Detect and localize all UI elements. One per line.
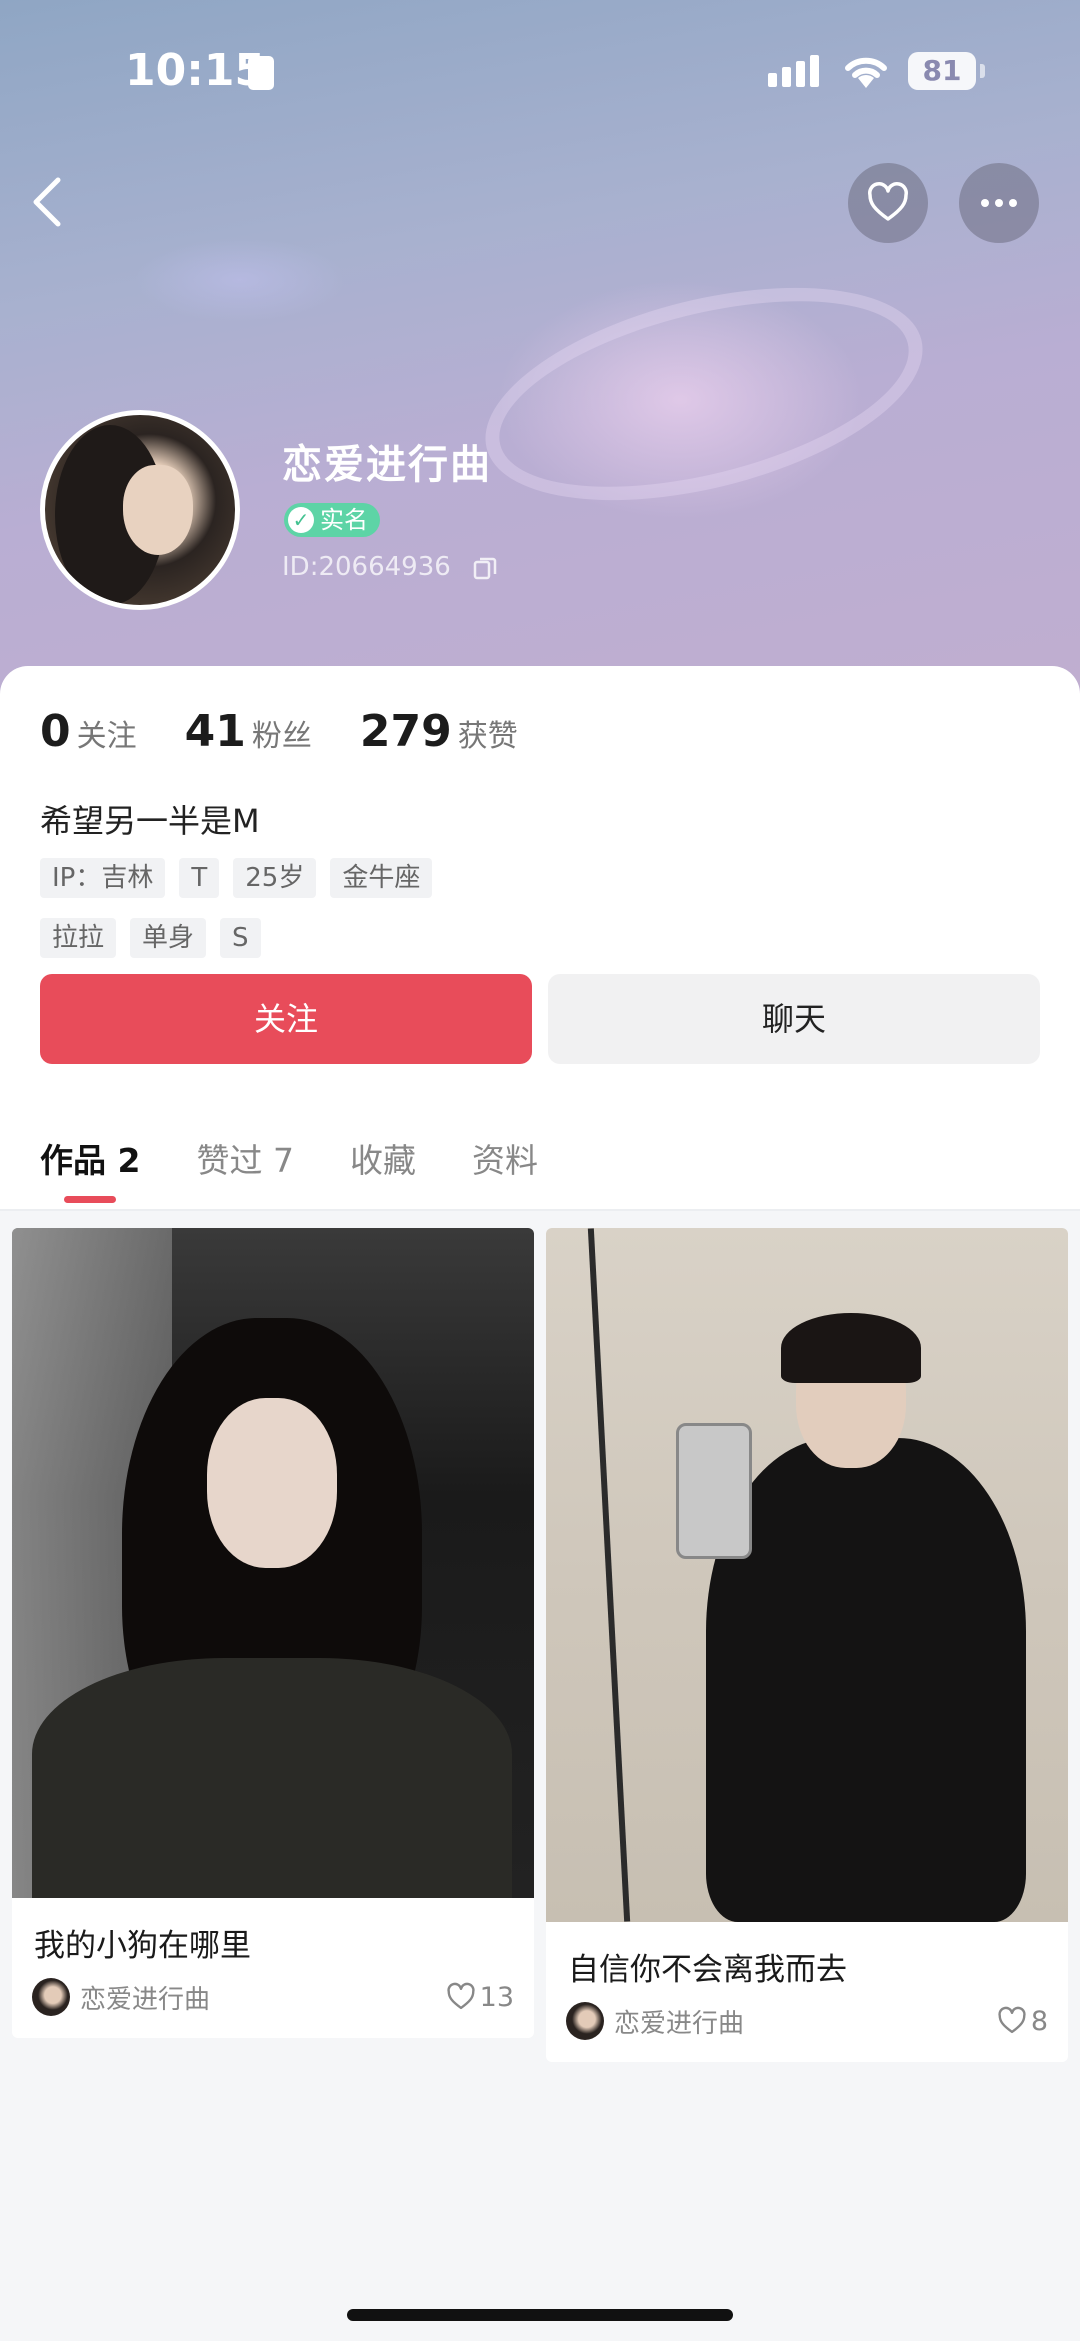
more-button[interactable] <box>959 163 1039 243</box>
status-time: 10:15 <box>125 45 266 96</box>
profile-card: 0 关注 41 粉丝 279 获赞 希望另一半是M IP：吉林 T 25岁 金牛… <box>0 666 1080 1211</box>
post-image-phone <box>676 1423 752 1559</box>
tab-liked[interactable]: 赞过 7 <box>196 1134 294 1182</box>
post-like-button[interactable]: 13 <box>446 1982 514 2013</box>
post-like-button[interactable]: 8 <box>997 2006 1048 2037</box>
copy-icon[interactable] <box>472 555 498 581</box>
tag-row: 拉拉 单身 S <box>40 918 275 958</box>
check-icon: ✓ <box>288 507 314 533</box>
tag-orientation: 拉拉 <box>40 918 117 958</box>
follow-button[interactable]: 关注 <box>40 974 532 1064</box>
status-bar: 10:15 81 <box>0 0 1080 140</box>
post-card[interactable]: 自信你不会离我而去 恋爱进行曲 8 <box>546 1228 1068 2062</box>
planet-decoration <box>463 248 945 540</box>
tag-zodiac: 金牛座 <box>330 858 433 898</box>
post-author[interactable]: 恋爱进行曲 <box>80 1979 446 2016</box>
tab-active-indicator <box>64 1196 116 1203</box>
stat-value: 279 <box>359 706 452 757</box>
stats-row: 0 关注 41 粉丝 279 获赞 <box>40 706 566 757</box>
favorite-button[interactable] <box>848 163 928 243</box>
post-image[interactable] <box>546 1228 1068 1922</box>
post-image-body <box>706 1438 1026 1922</box>
stat-likes[interactable]: 279 获赞 <box>360 706 518 757</box>
verified-label: 实名 <box>320 506 368 534</box>
heart-icon <box>447 1982 475 2010</box>
post-meta: 恋爱进行曲 13 <box>32 1978 514 2016</box>
tag-row: IP：吉林 T 25岁 金牛座 <box>40 858 446 898</box>
post-image-body <box>32 1658 512 1898</box>
tag-preference: S <box>220 918 261 958</box>
stat-label: 获赞 <box>457 719 518 754</box>
post-card[interactable]: 我的小狗在哪里 恋爱进行曲 13 <box>12 1228 534 2038</box>
tab-favorites[interactable]: 收藏 <box>350 1134 416 1182</box>
user-id: ID:20664936 <box>282 552 451 582</box>
author-avatar[interactable] <box>566 2002 604 2040</box>
author-avatar[interactable] <box>32 1978 70 2016</box>
tag-ip: IP：吉林 <box>40 858 166 898</box>
more-dots-icon <box>981 199 1017 207</box>
post-meta: 恋爱进行曲 8 <box>566 2002 1048 2040</box>
battery-tip <box>980 64 985 78</box>
stat-value: 0 <box>40 706 71 757</box>
post-image-face <box>207 1398 337 1568</box>
home-indicator[interactable] <box>347 2309 733 2321</box>
verified-badge: ✓ 实名 <box>284 503 380 537</box>
battery-indicator: 81 <box>908 52 976 90</box>
avatar[interactable] <box>40 410 240 610</box>
tag-age: 25岁 <box>233 858 317 898</box>
profile-bio: 希望另一半是M <box>40 802 260 840</box>
post-title[interactable]: 自信你不会离我而去 <box>568 1944 847 1989</box>
chat-button[interactable]: 聊天 <box>548 974 1040 1064</box>
stat-label: 粉丝 <box>251 719 312 754</box>
profile-nickname: 恋爱进行曲 <box>282 442 492 488</box>
tag-relationship: 单身 <box>130 918 207 958</box>
stat-value: 41 <box>184 706 246 757</box>
heart-icon <box>868 182 908 221</box>
id-card-icon <box>248 56 274 90</box>
tab-profile-info[interactable]: 资料 <box>472 1134 538 1182</box>
content-tabs: 作品 2 赞过 7 收藏 资料 <box>40 1134 594 1203</box>
post-image[interactable] <box>12 1228 534 1898</box>
stat-label: 关注 <box>76 719 137 754</box>
stat-following[interactable]: 0 关注 <box>40 706 137 757</box>
tag-role: T <box>179 858 220 898</box>
stat-followers[interactable]: 41 粉丝 <box>185 706 312 757</box>
post-like-count: 13 <box>479 1981 514 2013</box>
tab-label: 作品 2 <box>40 1141 141 1180</box>
tabs-divider <box>0 1209 1080 1211</box>
chevron-left-icon[interactable] <box>22 172 78 232</box>
post-title[interactable]: 我的小狗在哪里 <box>34 1920 251 1965</box>
tab-works[interactable]: 作品 2 <box>40 1134 141 1203</box>
cellular-signal-icon <box>768 55 824 87</box>
wifi-icon <box>845 57 887 88</box>
heart-icon <box>998 2006 1026 2034</box>
post-image-hair <box>781 1313 921 1383</box>
post-like-count: 8 <box>1030 2005 1048 2037</box>
avatar-face <box>123 465 193 555</box>
post-image-tripod <box>587 1228 631 1922</box>
post-author[interactable]: 恋爱进行曲 <box>614 2003 997 2040</box>
